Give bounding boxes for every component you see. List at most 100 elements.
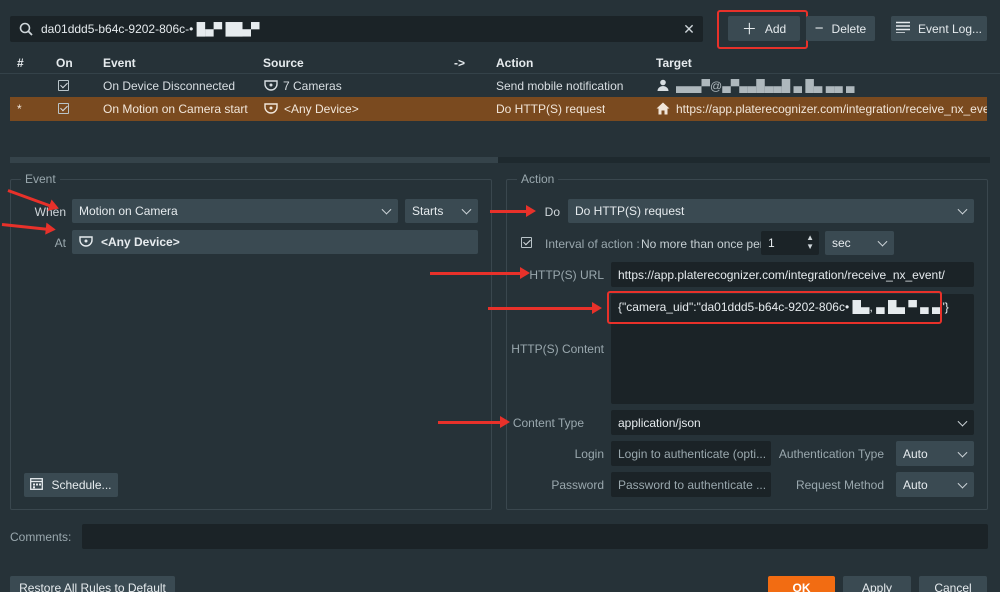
ok-label: OK (792, 581, 811, 592)
auth-type-select[interactable]: Auto (896, 441, 974, 466)
chevron-down-icon (957, 447, 968, 458)
password-input[interactable]: Password to authenticate ... (611, 472, 771, 497)
url-input[interactable]: https://app.platerecognizer.com/integrat… (611, 262, 974, 287)
row-source: <Any Device> (284, 102, 359, 116)
chevron-down-icon (877, 236, 888, 247)
calendar-icon (30, 477, 44, 494)
col-event[interactable]: Event (103, 56, 136, 70)
row-enabled-checkbox[interactable] (58, 80, 69, 94)
camera-icon (264, 80, 278, 95)
content-label: HTTP(S) Content (511, 342, 604, 356)
event-log-label: Event Log... (917, 21, 983, 36)
auth-type-value: Auto (903, 446, 928, 461)
cancel-button[interactable]: Cancel (919, 576, 987, 592)
annotation-arrow (490, 205, 536, 217)
row-event: On Motion on Camera start (103, 102, 248, 116)
request-method-value: Auto (903, 477, 928, 492)
add-label: Add (764, 21, 787, 36)
starts-select[interactable]: Starts (405, 199, 478, 223)
apply-button[interactable]: Apply (843, 576, 911, 592)
when-select[interactable]: Motion on Camera (72, 199, 398, 223)
chevron-down-icon (381, 204, 392, 215)
annotation-arrow (438, 416, 510, 428)
row-action: Send mobile notification (496, 79, 624, 93)
col-arrow[interactable]: -> (454, 56, 465, 70)
camera-icon (264, 103, 278, 118)
col-num[interactable]: # (17, 56, 24, 70)
scrollbar-thumb[interactable] (10, 157, 498, 163)
at-value: <Any Device> (101, 235, 180, 249)
search-icon (11, 22, 41, 36)
content-type-label: Content Type (512, 416, 584, 430)
chevron-down-icon (957, 416, 968, 427)
do-select[interactable]: Do HTTP(S) request (568, 199, 974, 223)
password-placeholder: Password to authenticate ... (618, 477, 767, 492)
request-method-label: Request Method (795, 478, 884, 492)
do-value: Do HTTP(S) request (575, 204, 685, 218)
list-icon (895, 20, 910, 37)
row-event: On Device Disconnected (103, 79, 236, 93)
at-label: At (54, 236, 66, 250)
event-log-button[interactable]: Event Log... (891, 16, 987, 41)
cancel-label: Cancel (934, 581, 972, 592)
col-action[interactable]: Action (496, 56, 533, 70)
content-type-value: application/json (618, 415, 701, 430)
row-target: https://app.platerecognizer.com/integrat… (676, 102, 987, 116)
add-button[interactable]: ＋ Add (728, 16, 800, 41)
at-device-field[interactable]: <Any Device> (72, 230, 478, 254)
interval-unit: sec (832, 236, 851, 250)
table-empty-area (0, 121, 1000, 156)
when-value: Motion on Camera (79, 204, 178, 218)
auth-type-label: Authentication Type (778, 447, 884, 461)
restore-label: Restore All Rules to Default (19, 581, 166, 592)
interval-text: No more than once per (641, 237, 764, 251)
chevron-down-icon (461, 204, 472, 215)
rules-table-header: # On Event Source -> Action Target (0, 52, 1000, 74)
schedule-label: Schedule... (51, 478, 112, 492)
clear-search-icon[interactable]: ✕ (676, 21, 702, 38)
password-label: Password (551, 478, 604, 492)
horizontal-scrollbar[interactable] (10, 157, 990, 163)
user-icon (657, 79, 669, 94)
event-panel-title: Event (21, 172, 60, 186)
row-source: 7 Cameras (283, 79, 342, 93)
table-row-selected[interactable]: * On Motion on Camera start <Any Device>… (10, 97, 987, 121)
restore-defaults-button[interactable]: Restore All Rules to Default (10, 576, 175, 592)
starts-value: Starts (412, 204, 444, 218)
login-input[interactable]: Login to authenticate (opti... (611, 441, 771, 466)
delete-label: Delete (831, 21, 867, 36)
row-enabled-checkbox[interactable] (58, 103, 69, 117)
col-target[interactable]: Target (656, 56, 692, 70)
col-on[interactable]: On (56, 56, 73, 70)
comments-label: Comments: (10, 530, 72, 544)
annotation-arrow (430, 267, 530, 279)
login-placeholder: Login to authenticate (opti... (618, 446, 767, 461)
login-label: Login (574, 447, 604, 461)
interval-unit-select[interactable]: sec (825, 231, 894, 255)
action-panel-title: Action (517, 172, 559, 186)
content-type-select[interactable]: application/json (611, 410, 974, 435)
minus-icon: − (814, 20, 824, 37)
col-source[interactable]: Source (263, 56, 304, 70)
spin-arrows-icon[interactable]: ▲ ▼ (806, 233, 814, 251)
camera-icon (79, 236, 93, 248)
search-input[interactable]: da01ddd5-b64c-9202-806c-• █▄▀ ██▄▀ ✕ (10, 16, 703, 42)
chevron-down-icon (957, 478, 968, 489)
schedule-button[interactable]: Schedule... (24, 473, 118, 497)
search-value: da01ddd5-b64c-9202-806c-• █▄▀ ██▄▀ (41, 22, 260, 36)
annotation-arrow (488, 302, 602, 314)
interval-label: Interval of action : (545, 237, 640, 251)
interval-value: 1 (768, 236, 775, 250)
interval-checkbox[interactable] (521, 237, 532, 251)
request-method-select[interactable]: Auto (896, 472, 974, 497)
comments-input[interactable] (82, 524, 988, 549)
url-value: https://app.platerecognizer.com/integrat… (618, 267, 945, 282)
content-highlight (607, 291, 942, 324)
table-row[interactable]: On Device Disconnected 7 Cameras Send mo… (0, 75, 1000, 97)
plus-icon: ＋ (741, 21, 757, 38)
ok-button[interactable]: OK (768, 576, 835, 592)
interval-spinbox[interactable]: 1 ▲ ▼ (761, 231, 819, 255)
home-icon (656, 102, 670, 118)
apply-label: Apply (861, 581, 893, 592)
delete-button[interactable]: − Delete (806, 16, 875, 41)
